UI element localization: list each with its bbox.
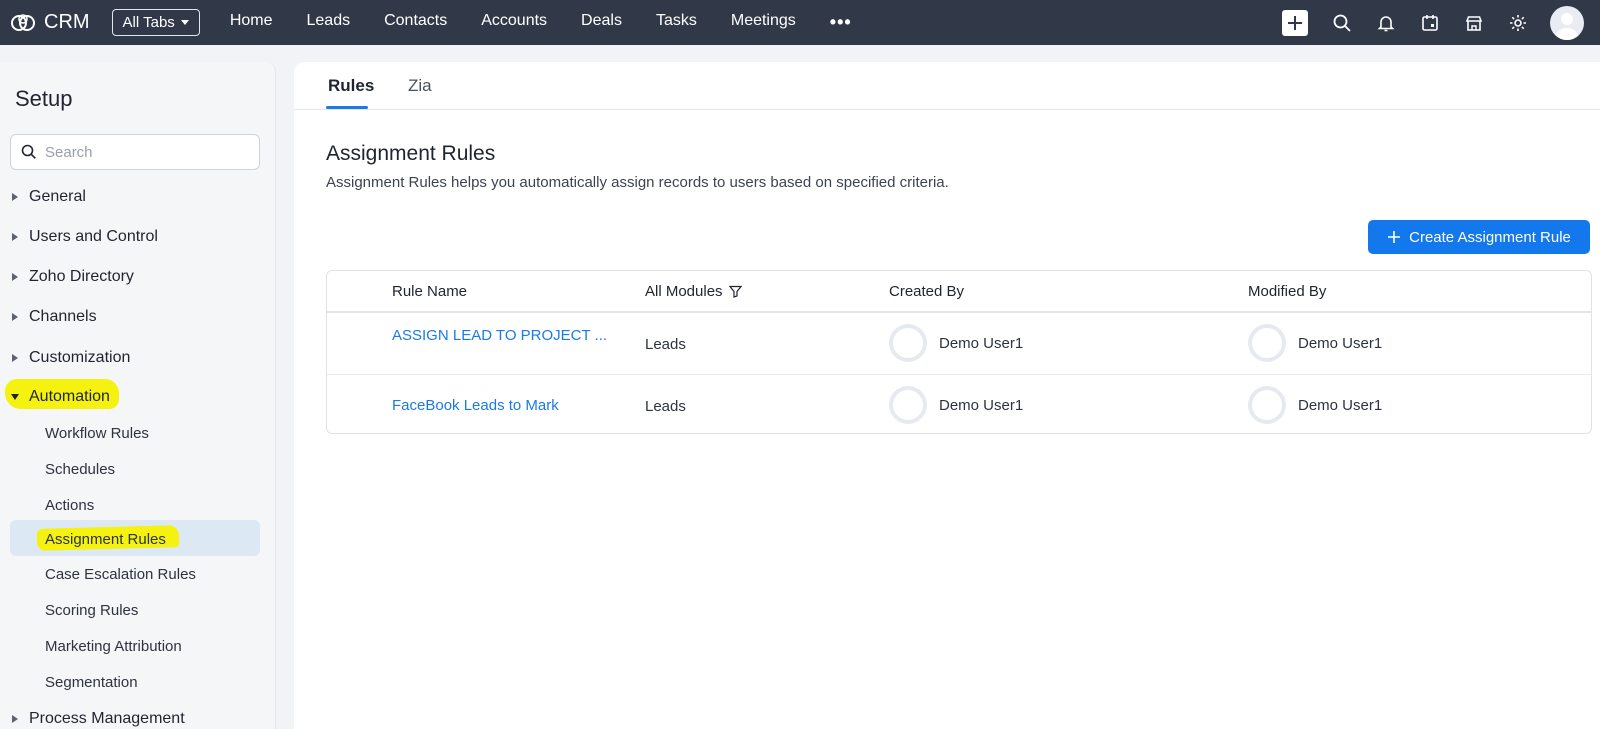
column-header-rule-name[interactable]: Rule Name bbox=[392, 283, 467, 300]
modified-by-cell: Demo User1 bbox=[1248, 386, 1382, 424]
caret-down-icon bbox=[11, 394, 19, 400]
sidebar-item-case-escalation-rules[interactable]: Case Escalation Rules bbox=[45, 566, 196, 583]
avatar bbox=[1248, 386, 1286, 424]
table-row[interactable]: ASSIGN LEAD TO PROJECT ... Leads Demo Us… bbox=[327, 313, 1591, 374]
button-label: Create Assignment Rule bbox=[1409, 228, 1571, 246]
nav-contacts[interactable]: Contacts bbox=[384, 12, 447, 33]
created-by-cell: Demo User1 bbox=[889, 324, 1023, 362]
column-header-label: All Modules bbox=[645, 283, 723, 300]
sidebar-item-marketing-attribution[interactable]: Marketing Attribution bbox=[45, 638, 182, 655]
sidebar-search[interactable] bbox=[10, 134, 260, 170]
table-row[interactable]: FaceBook Leads to Mark Leads Demo User1 … bbox=[327, 374, 1591, 435]
tab-zia[interactable]: Zia bbox=[408, 76, 432, 96]
sidebar-section-users-and-control[interactable]: Users and Control bbox=[0, 228, 158, 246]
sidebar-section-general[interactable]: General bbox=[0, 188, 86, 206]
caret-right-icon bbox=[12, 313, 18, 321]
search-icon bbox=[21, 144, 36, 159]
sidebar-section-channels[interactable]: Channels bbox=[0, 308, 97, 326]
section-label: Process Management bbox=[29, 710, 185, 727]
rule-module: Leads bbox=[645, 398, 686, 415]
user-name: Demo User1 bbox=[939, 334, 1024, 352]
sidebar-item-workflow-rules[interactable]: Workflow Rules bbox=[45, 425, 149, 442]
rules-table: Rule Name All Modules Created By Modifie… bbox=[326, 270, 1592, 434]
user-name: Demo User1 bbox=[1298, 334, 1383, 352]
plus-icon bbox=[1388, 231, 1401, 243]
page-description: Assignment Rules helps you automatically… bbox=[326, 174, 949, 191]
create-assignment-rule-button[interactable]: Create Assignment Rule bbox=[1368, 220, 1590, 254]
section-label: General bbox=[29, 188, 86, 205]
sidebar-title: Setup bbox=[15, 86, 73, 111]
top-right-actions bbox=[1282, 0, 1600, 45]
sidebar-section-automation[interactable]: Automation bbox=[0, 388, 110, 406]
sidebar-section-zoho-directory[interactable]: Zoho Directory bbox=[0, 268, 134, 286]
avatar bbox=[1248, 324, 1286, 362]
column-header-modified-by[interactable]: Modified By bbox=[1248, 283, 1326, 300]
crm-logo-icon bbox=[11, 13, 35, 31]
column-header-created-by[interactable]: Created By bbox=[889, 283, 964, 300]
created-by-cell: Demo User1 bbox=[889, 386, 1023, 424]
sidebar-section-process-management[interactable]: Process Management bbox=[0, 710, 185, 728]
tab-rules[interactable]: Rules bbox=[328, 76, 374, 96]
column-header-all-modules[interactable]: All Modules bbox=[645, 283, 742, 300]
caret-right-icon bbox=[12, 354, 18, 362]
table-header: Rule Name All Modules Created By Modifie… bbox=[327, 271, 1591, 313]
main-nav: Home Leads Contacts Accounts Deals Tasks… bbox=[230, 12, 852, 33]
caret-right-icon bbox=[12, 233, 18, 241]
section-label: Customization bbox=[29, 349, 131, 366]
caret-right-icon bbox=[12, 273, 18, 281]
rule-module: Leads bbox=[645, 336, 686, 353]
caret-right-icon bbox=[12, 715, 18, 723]
section-label: Automation bbox=[29, 388, 110, 405]
section-label: Channels bbox=[29, 308, 97, 325]
sidebar-item-scoring-rules[interactable]: Scoring Rules bbox=[45, 602, 138, 619]
rule-name-link[interactable]: ASSIGN LEAD TO PROJECT ... bbox=[392, 327, 607, 344]
user-name: Demo User1 bbox=[939, 396, 1024, 414]
sidebar-item-schedules[interactable]: Schedules bbox=[45, 461, 115, 478]
tab-bar: Rules Zia bbox=[294, 62, 1600, 110]
all-tabs-label: All Tabs bbox=[122, 14, 175, 31]
user-avatar[interactable] bbox=[1550, 5, 1584, 40]
rule-name-link[interactable]: FaceBook Leads to Mark bbox=[392, 397, 559, 414]
calendar-icon[interactable] bbox=[1418, 11, 1442, 35]
avatar bbox=[889, 324, 927, 362]
more-icon[interactable]: ••• bbox=[830, 12, 852, 33]
sidebar-item-actions[interactable]: Actions bbox=[45, 497, 94, 514]
caret-right-icon bbox=[12, 193, 18, 201]
sidebar-item-segmentation[interactable]: Segmentation bbox=[45, 674, 138, 691]
search-icon[interactable] bbox=[1330, 11, 1354, 35]
active-tab-indicator bbox=[326, 106, 368, 109]
nav-tasks[interactable]: Tasks bbox=[656, 12, 697, 33]
sidebar-section-customization[interactable]: Customization bbox=[0, 349, 130, 367]
search-input[interactable] bbox=[45, 143, 245, 161]
chevron-down-icon bbox=[180, 20, 189, 25]
filter-icon[interactable] bbox=[728, 285, 742, 298]
bell-icon[interactable] bbox=[1374, 11, 1398, 35]
store-icon[interactable] bbox=[1462, 11, 1486, 35]
setup-sidebar: Setup General Users and Control Zoho Dir… bbox=[0, 62, 276, 729]
nav-meetings[interactable]: Meetings bbox=[731, 12, 796, 33]
main-content: Rules Zia Assignment Rules Assignment Ru… bbox=[294, 62, 1600, 729]
avatar bbox=[889, 386, 927, 424]
page-title: Assignment Rules bbox=[326, 142, 496, 165]
nav-accounts[interactable]: Accounts bbox=[481, 12, 547, 33]
gear-icon[interactable] bbox=[1506, 11, 1530, 35]
all-tabs-dropdown[interactable]: All Tabs bbox=[111, 9, 200, 36]
user-name: Demo User1 bbox=[1298, 396, 1383, 414]
section-label: Users and Control bbox=[29, 228, 158, 245]
nav-home[interactable]: Home bbox=[230, 12, 273, 33]
modified-by-cell: Demo User1 bbox=[1248, 324, 1382, 362]
section-label: Zoho Directory bbox=[29, 268, 134, 285]
sidebar-item-assignment-rules[interactable]: Assignment Rules bbox=[45, 531, 166, 548]
nav-deals[interactable]: Deals bbox=[581, 12, 622, 33]
brand-name: CRM bbox=[44, 11, 90, 33]
plus-icon[interactable] bbox=[1282, 9, 1308, 36]
brand[interactable]: CRM bbox=[10, 10, 90, 36]
top-navigation-bar: CRM All Tabs Home Leads Contacts Account… bbox=[0, 0, 1600, 45]
nav-leads[interactable]: Leads bbox=[307, 12, 351, 33]
